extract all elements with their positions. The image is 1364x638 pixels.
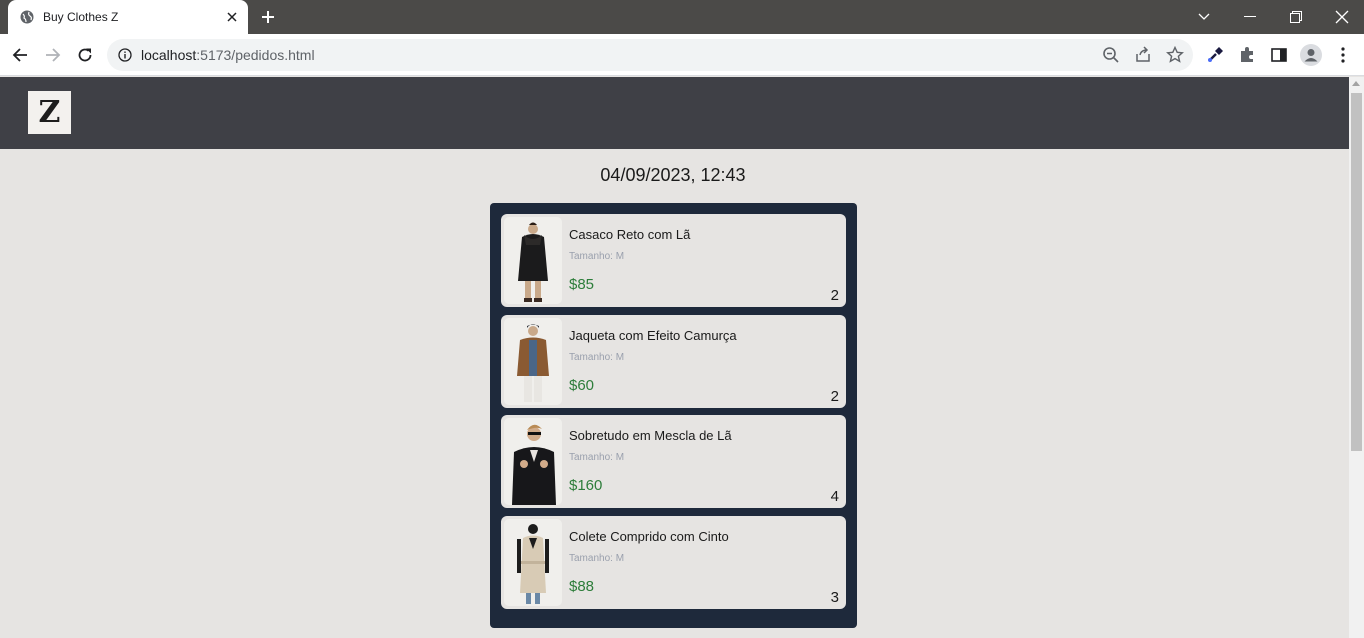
chevron-down-icon [1198, 13, 1210, 20]
forward-button[interactable] [39, 41, 67, 69]
page-scrollbar[interactable] [1349, 77, 1364, 638]
back-button[interactable] [6, 41, 34, 69]
zoom-icon[interactable] [1102, 46, 1120, 64]
item-size: Tamanho: M [569, 553, 625, 564]
product-image-jaqueta [504, 318, 562, 405]
site-header: Z [0, 77, 1349, 149]
item-price: $60 [569, 377, 595, 394]
item-name: Jaqueta com Efeito Camurça [569, 328, 737, 343]
browser-tab[interactable]: Buy Clothes Z [8, 0, 248, 34]
address-bar[interactable]: localhost:5173/pedidos.html [107, 39, 1193, 71]
reload-icon [78, 48, 92, 62]
item-name: Casaco Reto com Lã [569, 227, 691, 242]
order-item: Sobretudo em Mescla de Lã Tamanho: M $16… [501, 415, 846, 508]
browser-titlebar: Buy Clothes Z [0, 0, 1364, 34]
tab-title: Buy Clothes Z [43, 10, 119, 24]
item-price: $88 [569, 578, 595, 595]
kebab-menu-icon[interactable] [1334, 46, 1352, 64]
item-name: Sobretudo em Mescla de Lã [569, 428, 732, 443]
new-tab-icon[interactable] [258, 7, 278, 27]
item-size: Tamanho: M [569, 452, 625, 463]
product-image-sobretudo [504, 418, 562, 505]
close-tab-icon[interactable] [224, 9, 240, 25]
tab-search-button[interactable] [1181, 0, 1227, 34]
info-icon[interactable] [118, 48, 132, 62]
close-window-button[interactable] [1319, 0, 1364, 34]
order-items-panel: Casaco Reto com Lã Tamanho: M $85 2 Jaqu… [490, 203, 857, 628]
scrollbar-thumb[interactable] [1351, 93, 1362, 451]
minimize-button[interactable] [1227, 0, 1273, 34]
restore-button[interactable] [1273, 0, 1319, 34]
arrow-right-icon [46, 48, 61, 62]
reload-button[interactable] [71, 41, 99, 69]
item-size: Tamanho: M [569, 251, 625, 262]
scroll-up-arrow-icon[interactable] [1352, 81, 1360, 86]
order-item: Colete Comprido com Cinto Tamanho: M $88… [501, 516, 846, 609]
logo-letter: Z [38, 95, 61, 130]
minimize-icon [1244, 16, 1256, 17]
item-price: $85 [569, 276, 595, 293]
item-quantity: 3 [830, 589, 839, 606]
item-size: Tamanho: M [569, 352, 625, 363]
order-item: Casaco Reto com Lã Tamanho: M $85 2 [501, 214, 846, 307]
item-price: $160 [569, 477, 603, 494]
puzzle-extensions-icon[interactable] [1238, 46, 1256, 64]
order-item: Jaqueta com Efeito Camurça Tamanho: M $6… [501, 315, 846, 408]
globe-icon [20, 10, 34, 24]
restore-icon [1290, 11, 1302, 23]
item-quantity: 4 [830, 488, 839, 505]
item-name: Colete Comprido com Cinto [569, 529, 729, 544]
share-icon[interactable] [1134, 46, 1152, 64]
page-content: Z 04/09/2023, 12:43 Casaco Reto com Lã T… [0, 77, 1349, 638]
eyedropper-extension-icon[interactable] [1206, 46, 1224, 64]
side-panel-icon[interactable] [1270, 46, 1288, 64]
item-quantity: 2 [830, 287, 839, 304]
item-quantity: 2 [830, 388, 839, 405]
site-logo[interactable]: Z [28, 91, 71, 134]
url-text[interactable]: localhost:5173/pedidos.html [141, 47, 315, 63]
browser-toolbar: localhost:5173/pedidos.html [0, 34, 1364, 76]
close-icon [1335, 10, 1349, 24]
product-image-casaco [504, 217, 562, 304]
bookmark-star-icon[interactable] [1166, 46, 1184, 64]
order-date: 04/09/2023, 12:43 [600, 165, 746, 185]
product-image-colete [504, 519, 562, 606]
profile-avatar-icon[interactable] [1300, 44, 1322, 66]
arrow-left-icon [12, 48, 27, 62]
